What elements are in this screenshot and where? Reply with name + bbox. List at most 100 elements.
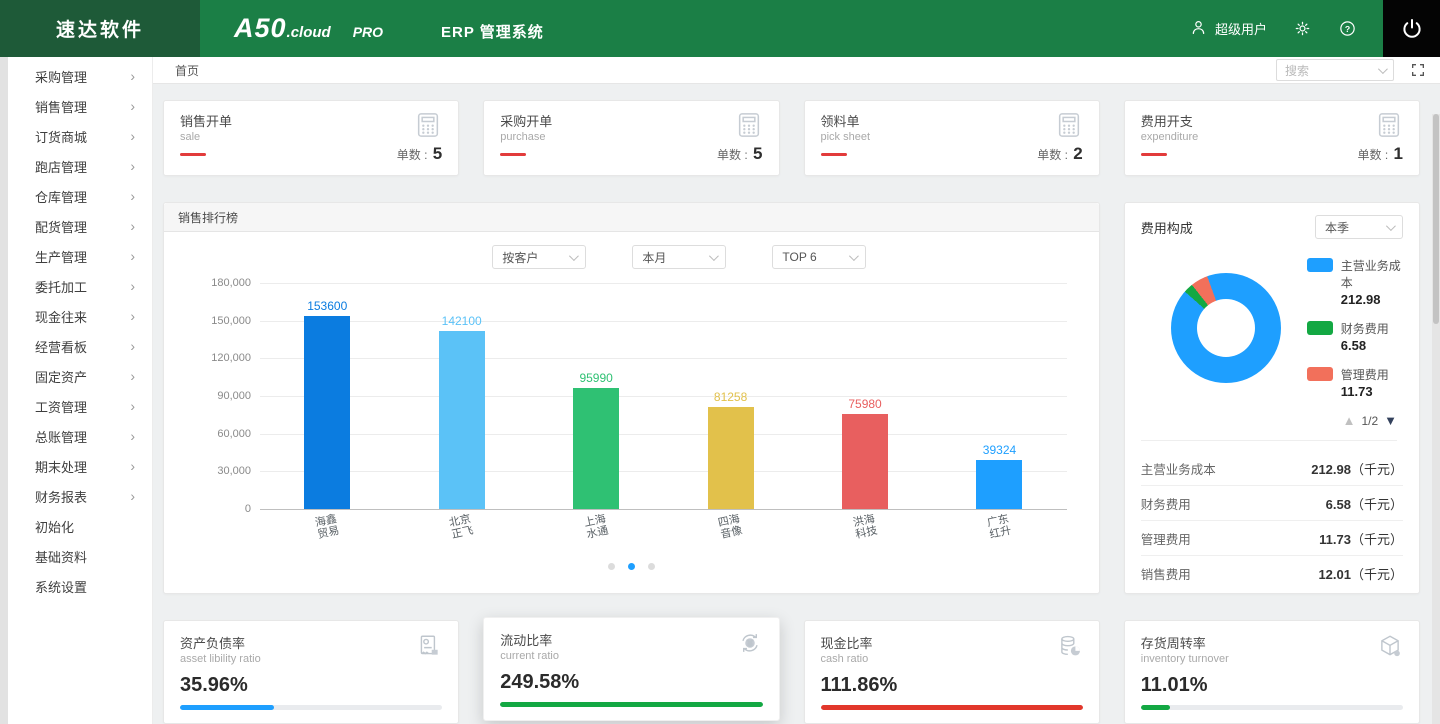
sidebar-item-9[interactable]: 现金往来› bbox=[8, 301, 153, 331]
ratio-card-4[interactable]: 存货周转率inventory turnover11.01% bbox=[1124, 620, 1420, 724]
bar[interactable] bbox=[708, 407, 754, 509]
legend-label: 财务费用 bbox=[1341, 320, 1389, 337]
kpi-title: 销售开单 bbox=[180, 111, 232, 130]
expense-row-4: 销售费用12.01（千元） bbox=[1141, 556, 1403, 591]
left-gutter bbox=[0, 57, 8, 724]
ratio-card-2[interactable]: 流动比率current ratio¥249.58% bbox=[483, 617, 779, 721]
legend-item-3[interactable]: 管理费用11.73 bbox=[1307, 366, 1403, 399]
fullscreen-button[interactable] bbox=[1410, 62, 1426, 78]
sidebar-item-14[interactable]: 期末处理› bbox=[8, 451, 153, 481]
sidebar-item-7[interactable]: 生产管理› bbox=[8, 241, 153, 271]
kpi-count: 单数 : 2 bbox=[1037, 144, 1082, 164]
chevron-down-icon bbox=[1378, 64, 1388, 74]
kpi-subtitle: sale bbox=[180, 131, 232, 143]
chevron-right-icon: › bbox=[130, 129, 135, 143]
y-axis-tick: 150,000 bbox=[211, 315, 251, 327]
chart-pagination bbox=[164, 563, 1099, 570]
module-search-select[interactable]: 搜索 bbox=[1276, 59, 1394, 81]
company-logo: 速达软件 bbox=[0, 0, 200, 57]
chevron-right-icon: › bbox=[130, 249, 135, 263]
bar-value-label: 81258 bbox=[714, 390, 747, 404]
legend-swatch bbox=[1307, 258, 1333, 272]
topn-select[interactable]: TOP 6 bbox=[772, 245, 866, 269]
y-axis-tick: 60,000 bbox=[217, 428, 251, 440]
chevron-right-icon: › bbox=[130, 399, 135, 413]
logout-button[interactable] bbox=[1383, 0, 1440, 57]
bar[interactable] bbox=[439, 331, 485, 509]
sidebar-item-label: 固定资产 bbox=[35, 367, 130, 386]
sidebar-item-1[interactable]: 采购管理› bbox=[8, 61, 153, 91]
accent-dash bbox=[821, 153, 847, 156]
dimension-select[interactable]: 按客户 bbox=[492, 245, 586, 269]
ratio-value: 111.86% bbox=[821, 674, 1083, 697]
kpi-card-1[interactable]: 销售开单sale 单数 : 5 bbox=[163, 100, 459, 176]
ratio-value: 249.58% bbox=[500, 671, 762, 694]
sidebar-item-13[interactable]: 总账管理› bbox=[8, 421, 153, 451]
product-domain: .cloud bbox=[287, 24, 331, 41]
sidebar-item-16[interactable]: 初始化 bbox=[8, 511, 153, 541]
ratio-progress bbox=[1141, 705, 1403, 710]
user-menu[interactable]: 超级用户 bbox=[1189, 18, 1267, 40]
sidebar-item-15[interactable]: 财务报表› bbox=[8, 481, 153, 511]
cube-icon bbox=[1377, 633, 1403, 665]
coins-icon bbox=[1057, 633, 1083, 665]
legend-page-up-icon[interactable]: ▲ bbox=[1343, 413, 1356, 428]
kpi-card-2[interactable]: 采购开单purchase单数 : 5 bbox=[483, 100, 779, 176]
sidebar-item-11[interactable]: 固定资产› bbox=[8, 361, 153, 391]
sidebar-item-3[interactable]: 订货商城› bbox=[8, 121, 153, 151]
sidebar-item-label: 仓库管理 bbox=[35, 187, 130, 206]
user-icon bbox=[1189, 18, 1208, 40]
sidebar-item-4[interactable]: 跑店管理› bbox=[8, 151, 153, 181]
sidebar-item-17[interactable]: 基础资料 bbox=[8, 541, 153, 571]
settings-button[interactable] bbox=[1293, 19, 1312, 38]
sidebar-item-label: 配货管理 bbox=[35, 217, 130, 236]
sidebar-item-6[interactable]: 配货管理› bbox=[8, 211, 153, 241]
legend-item-1[interactable]: 主营业务成本212.98 bbox=[1307, 257, 1403, 307]
pagination-dot-3[interactable] bbox=[648, 563, 655, 570]
sidebar-item-12[interactable]: 工资管理› bbox=[8, 391, 153, 421]
legend-page-down-icon[interactable]: ▼ bbox=[1384, 413, 1397, 428]
y-axis-tick: 30,000 bbox=[217, 465, 251, 477]
calculator-icon bbox=[414, 111, 442, 144]
fullscreen-icon bbox=[1410, 62, 1426, 78]
username: 超级用户 bbox=[1215, 19, 1267, 38]
sidebar-item-2[interactable]: 销售管理› bbox=[8, 91, 153, 121]
bar[interactable] bbox=[573, 388, 619, 509]
sidebar-item-5[interactable]: 仓库管理› bbox=[8, 181, 153, 211]
kpi-card-4[interactable]: 费用开支expenditure单数 : 1 bbox=[1124, 100, 1420, 176]
sidebar-item-label: 系统设置 bbox=[35, 577, 135, 596]
kpi-title: 采购开单 bbox=[500, 111, 552, 130]
product-brand: A50 .cloud PRO ERP 管理系统 bbox=[234, 13, 544, 44]
chevron-down-icon bbox=[849, 251, 859, 261]
y-axis-tick: 90,000 bbox=[217, 390, 251, 402]
sidebar-item-10[interactable]: 经营看板› bbox=[8, 331, 153, 361]
ratio-card-1[interactable]: 资产负债率asset libility ratio35.96% bbox=[163, 620, 459, 724]
period-select[interactable]: 本季 bbox=[1315, 215, 1403, 239]
legend-item-2[interactable]: 财务费用6.58 bbox=[1307, 320, 1403, 353]
legend-swatch bbox=[1307, 321, 1333, 335]
help-button[interactable]: ? bbox=[1338, 19, 1357, 38]
page-scrollbar[interactable] bbox=[1432, 114, 1440, 724]
chevron-right-icon: › bbox=[130, 279, 135, 293]
sidebar-item-label: 委托加工 bbox=[35, 277, 130, 296]
ratio-progress bbox=[180, 705, 442, 710]
expense-label: 主营业务成本 bbox=[1141, 459, 1216, 478]
pagination-dot-2[interactable] bbox=[628, 563, 635, 570]
kpi-count: 单数 : 5 bbox=[397, 144, 442, 164]
legend-value: 11.73 bbox=[1341, 384, 1389, 399]
chevron-down-icon bbox=[569, 251, 579, 261]
pagination-dot-1[interactable] bbox=[608, 563, 615, 570]
bar[interactable] bbox=[976, 460, 1022, 509]
breadcrumb[interactable]: 首页 bbox=[175, 62, 199, 79]
chevron-right-icon: › bbox=[130, 309, 135, 323]
kpi-card-3[interactable]: 领料单pick sheet单数 : 2 bbox=[804, 100, 1100, 176]
y-axis-tick: 180,000 bbox=[211, 277, 251, 289]
kpi-count: 单数 : 5 bbox=[717, 144, 762, 164]
sidebar-item-8[interactable]: 委托加工› bbox=[8, 271, 153, 301]
period-select[interactable]: 本月 bbox=[632, 245, 726, 269]
bar[interactable] bbox=[842, 414, 888, 509]
scrollbar-thumb[interactable] bbox=[1433, 114, 1439, 324]
sidebar-item-18[interactable]: 系统设置 bbox=[8, 571, 153, 601]
ratio-card-3[interactable]: 现金比率cash ratio111.86% bbox=[804, 620, 1100, 724]
bar[interactable] bbox=[304, 316, 350, 509]
